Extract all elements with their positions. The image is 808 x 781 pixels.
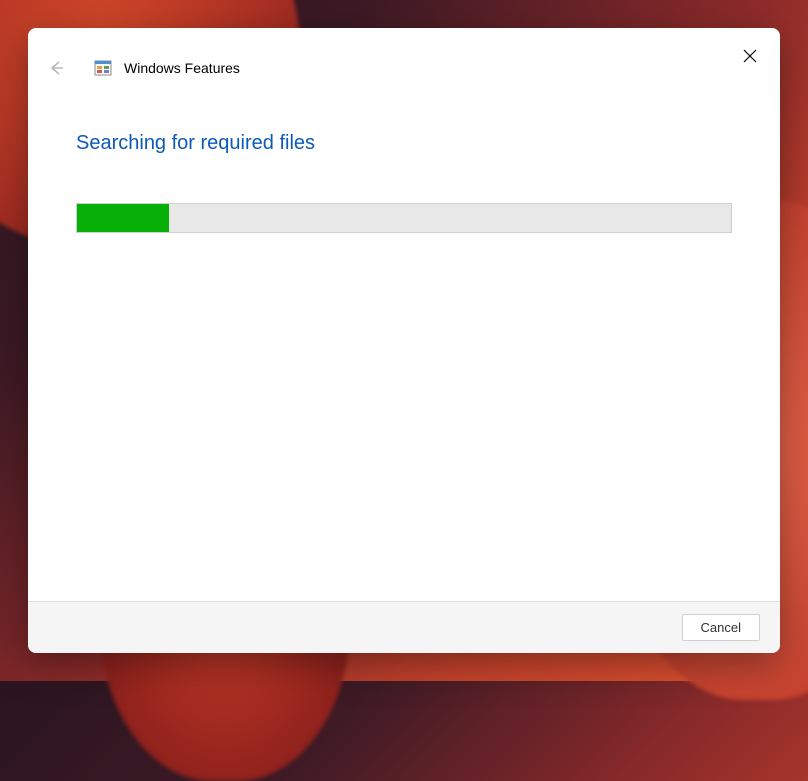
dialog-footer: Cancel [28, 601, 780, 653]
window-title: Windows Features [124, 60, 240, 76]
status-heading: Searching for required files [76, 132, 732, 155]
dialog-content: Searching for required files [28, 88, 780, 601]
windows-features-dialog: Windows Features Searching for required … [28, 28, 780, 653]
close-icon [743, 49, 757, 63]
close-button[interactable] [738, 44, 762, 68]
dialog-header: Windows Features [28, 28, 780, 88]
windows-features-icon [94, 59, 112, 77]
back-arrow-icon [47, 59, 65, 77]
back-button [44, 56, 68, 80]
cancel-button[interactable]: Cancel [682, 614, 760, 641]
progress-bar [76, 203, 732, 233]
progress-fill [77, 204, 169, 232]
